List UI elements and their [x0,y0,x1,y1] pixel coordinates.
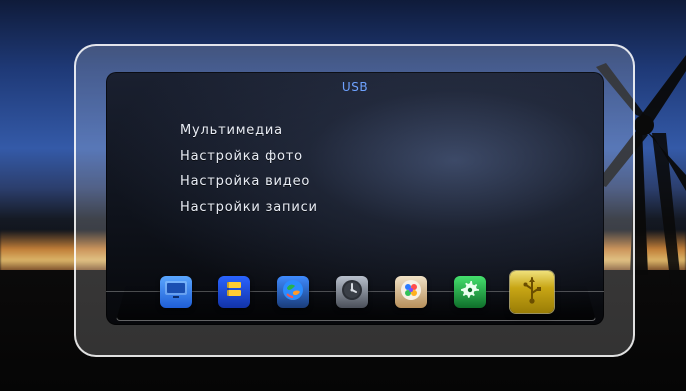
usb-menu: Мультимедиа Настройка фото Настройка вид… [180,118,318,220]
usb-icon [518,275,546,309]
menu-item-multimedia[interactable]: Мультимедиа [180,118,318,144]
channel-list-icon [223,278,245,306]
monitor-icon [163,279,189,305]
menu-item-record-settings[interactable]: Настройки записи [180,195,318,221]
media-icon [399,278,423,306]
clock-icon [340,278,364,306]
menu-item-video-settings[interactable]: Настройка видео [180,169,318,195]
dock-item-tv[interactable] [160,276,192,308]
globe-icon [281,278,305,306]
dock-item-internet[interactable] [277,276,309,308]
usb-panel: USB Мультимедиа Настройка фото Настройка… [106,72,604,325]
dock [160,271,565,321]
dock-item-media[interactable] [395,276,427,308]
menu-item-photo-settings[interactable]: Настройка фото [180,144,318,170]
dock-item-time[interactable] [336,276,368,308]
dock-item-usb[interactable] [510,271,554,313]
dock-item-channels[interactable] [218,276,250,308]
settings-gear-icon [458,278,482,306]
panel-title: USB [341,80,369,94]
dock-item-settings[interactable] [454,276,486,308]
